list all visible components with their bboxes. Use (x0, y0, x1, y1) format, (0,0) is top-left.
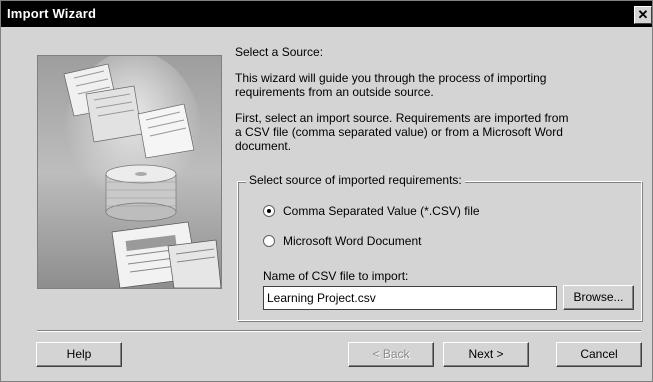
window-title: Import Wizard (7, 6, 97, 21)
back-button[interactable]: < Back (348, 342, 434, 367)
radio-icon[interactable] (263, 235, 275, 247)
intro-line-2: requirements from an outside source. (235, 85, 434, 99)
instructions-line-1: First, select an import source. Requirem… (235, 111, 569, 125)
title-bar[interactable]: Import Wizard ✕ (1, 1, 652, 27)
wizard-illustration (37, 55, 222, 289)
import-wizard-window: Import Wizard ✕ Select a Source: This wi… (0, 0, 653, 382)
close-icon: ✕ (637, 7, 649, 22)
radio-csv-option[interactable]: Comma Separated Value (*.CSV) file (263, 203, 480, 219)
browse-button[interactable]: Browse... (563, 285, 634, 310)
next-button[interactable]: Next > (443, 342, 529, 367)
help-button[interactable]: Help (36, 342, 122, 367)
radio-word-label: Microsoft Word Document (283, 234, 422, 248)
disc-stack-icon (105, 164, 177, 222)
intro-line-1: This wizard will guide you through the p… (235, 71, 547, 85)
close-button[interactable]: ✕ (634, 6, 652, 24)
csv-file-label: Name of CSV file to import: (263, 269, 409, 283)
step-heading: Select a Source: (235, 45, 324, 59)
footer-separator (37, 330, 641, 332)
radio-csv-label: Comma Separated Value (*.CSV) file (283, 204, 480, 218)
source-groupbox-legend: Select source of imported requirements: (246, 173, 465, 187)
instructions-line-2: a CSV file (comma separated value) or fr… (235, 125, 563, 139)
instructions-line-3: document. (235, 139, 292, 153)
radio-icon[interactable] (263, 205, 275, 217)
csv-file-input[interactable] (263, 286, 557, 310)
cancel-button[interactable]: Cancel (556, 342, 642, 367)
radio-word-option[interactable]: Microsoft Word Document (263, 233, 422, 249)
documents-illustration (38, 56, 221, 288)
